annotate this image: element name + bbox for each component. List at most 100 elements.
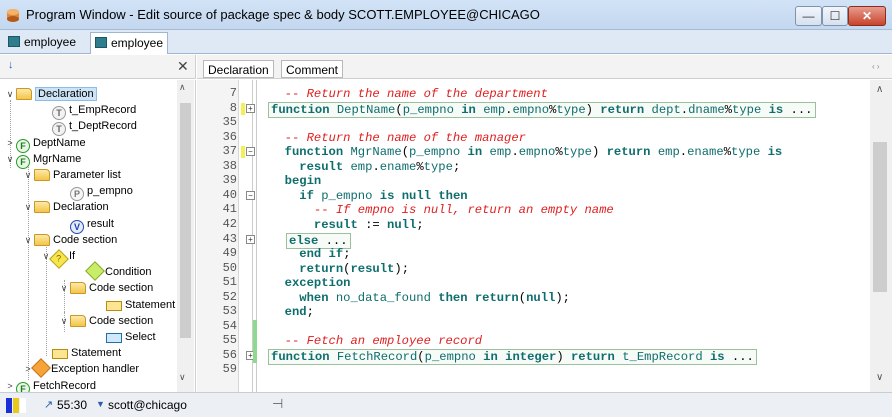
tree-node[interactable]: Vresult (58, 216, 114, 234)
tree-node[interactable]: ∨ Code section (22, 232, 117, 248)
collapse-icon[interactable]: ∨ (4, 151, 16, 167)
tree-node-label: MgrName (33, 152, 82, 165)
tree-node[interactable]: ∨ Declaration (22, 199, 109, 215)
tree-node[interactable]: > Exception handler (22, 358, 139, 379)
scroll-down-icon[interactable]: ∨ (179, 372, 186, 383)
document-tabs: employee employee (0, 30, 892, 54)
tree-node[interactable]: Select (94, 329, 156, 345)
dropdown-icon[interactable]: ▼ (96, 399, 105, 409)
tree-node-label: FetchRecord (33, 379, 96, 392)
tree-node[interactable]: ∨ F MgrName (4, 151, 82, 169)
code-line[interactable]: function MgrName(p_empno in emp.empno%ty… (270, 145, 783, 160)
code-line[interactable]: result := null; (270, 218, 424, 233)
folder-icon (34, 201, 50, 214)
pin-icon[interactable]: ⊣ (272, 396, 283, 412)
collapse-icon[interactable]: ∨ (4, 86, 16, 102)
collapse-icon[interactable]: ∨ (58, 280, 70, 296)
title-bar: Program Window - Edit source of package … (0, 0, 892, 30)
tree-node-label: Declaration (53, 201, 109, 214)
expand-icon[interactable]: > (4, 135, 16, 151)
window-title: Program Window - Edit source of package … (26, 7, 540, 22)
collapse-icon[interactable]: − (246, 190, 255, 200)
saved-change-marker (253, 319, 257, 364)
minimize-button[interactable]: — (795, 6, 822, 26)
tree-close-button[interactable]: ✕ (177, 58, 189, 75)
line-number: 51 (222, 275, 237, 290)
package-body-icon (95, 37, 107, 48)
exception-icon (31, 358, 51, 379)
tree-toolbar: ↓ ✕ (0, 55, 196, 79)
collapse-icon[interactable]: − (246, 147, 255, 157)
tree-node-label: Declaration (35, 87, 97, 101)
code-line[interactable]: -- Fetch an employee record (270, 334, 482, 349)
tree-node-label: Select (125, 331, 156, 343)
line-number: 55 (222, 333, 237, 348)
tab-scroll-arrows[interactable]: ‹ › (872, 62, 880, 71)
tree-node[interactable]: Statement (94, 297, 175, 313)
line-number: 39 (222, 173, 237, 188)
line-number: 53 (222, 304, 237, 319)
line-number: 40 (222, 187, 237, 202)
code-line[interactable]: function DeptName(p_empno in emp.empno%t… (268, 101, 816, 118)
collapse-icon[interactable]: ∨ (22, 199, 34, 215)
expand-icon[interactable]: > (4, 378, 16, 392)
tree-node[interactable]: Condition (76, 261, 152, 282)
collapse-icon[interactable]: ∨ (22, 232, 34, 248)
expand-icon[interactable]: + (246, 234, 255, 244)
tree-node[interactable]: Statement (40, 345, 121, 361)
folder-icon (70, 314, 86, 327)
color-bar (13, 398, 19, 413)
code-line[interactable]: when no_data_found then return(null); (270, 291, 570, 306)
sort-az-icon[interactable]: ↓ (8, 59, 14, 71)
code-line[interactable]: result emp.ename%type; (270, 160, 460, 175)
code-line[interactable]: return(result); (270, 262, 409, 277)
tree-node[interactable]: ∨ Declaration (4, 86, 97, 102)
code-line[interactable]: end; (270, 305, 314, 320)
code-line[interactable]: -- Return the name of the department (270, 87, 548, 102)
collapse-icon[interactable]: ∨ (58, 313, 70, 329)
tab-employee-spec[interactable]: employee (4, 32, 80, 54)
statement-icon (106, 300, 122, 311)
tab-employee-body[interactable]: employee (90, 32, 169, 54)
line-number: 7 (229, 86, 237, 100)
collapse-icon[interactable]: ∨ (22, 167, 34, 183)
code-line[interactable]: -- Return the name of the manager (270, 131, 526, 146)
code-line[interactable]: if p_empno is null then (270, 189, 467, 204)
scroll-up-icon[interactable]: ∧ (179, 82, 186, 93)
tree-scroll-thumb[interactable] (180, 103, 191, 338)
tree-node[interactable]: Tt_EmpRecord (40, 102, 137, 121)
tree-node-label: t_DeptRecord (69, 120, 137, 133)
code-line[interactable]: end if; (270, 247, 350, 262)
maximize-button[interactable]: ☐ (822, 6, 848, 26)
scroll-down-icon[interactable]: ∨ (876, 372, 883, 383)
tree-node[interactable]: ∨ Code section (58, 280, 153, 296)
tree-node-label: Condition (105, 266, 152, 279)
expand-icon[interactable]: + (246, 103, 255, 113)
connection-label[interactable]: scott@chicago (108, 398, 187, 412)
tree-node[interactable]: ∨ Code section (58, 313, 153, 329)
line-number: 8 (229, 100, 237, 115)
folder-icon (34, 233, 50, 246)
code-line[interactable]: exception (270, 276, 351, 291)
code-line[interactable]: -- If empno is null, return an empty nam… (270, 203, 614, 218)
tree-node[interactable]: ∨? If (40, 248, 76, 269)
tree-node-label: t_EmpRecord (69, 104, 137, 117)
editor-scroll-thumb[interactable] (873, 142, 887, 292)
line-number: 43 (222, 231, 237, 246)
tab-declaration[interactable]: Declaration (203, 60, 274, 78)
tree-node[interactable]: > F FetchRecord (4, 378, 96, 392)
tree-node[interactable]: Pp_empno (58, 183, 133, 202)
tree-node-label: result (87, 217, 114, 230)
tree-node[interactable]: ∨ Parameter list (22, 167, 121, 183)
tab-comment[interactable]: Comment (281, 60, 344, 78)
tree-node[interactable]: > F DeptName (4, 135, 86, 153)
tree-node-label: If (69, 250, 76, 262)
code-line[interactable]: begin (270, 174, 322, 189)
tree-node[interactable]: Tt_DeptRecord (40, 118, 137, 137)
code-line[interactable]: function FetchRecord(p_empno in integer)… (268, 348, 757, 365)
cursor-icon: ↗ (44, 399, 54, 411)
tab-label: employee (24, 35, 77, 49)
close-button[interactable]: ✕ (848, 6, 886, 26)
scroll-up-icon[interactable]: ∧ (876, 84, 883, 95)
folder-icon (16, 88, 32, 100)
